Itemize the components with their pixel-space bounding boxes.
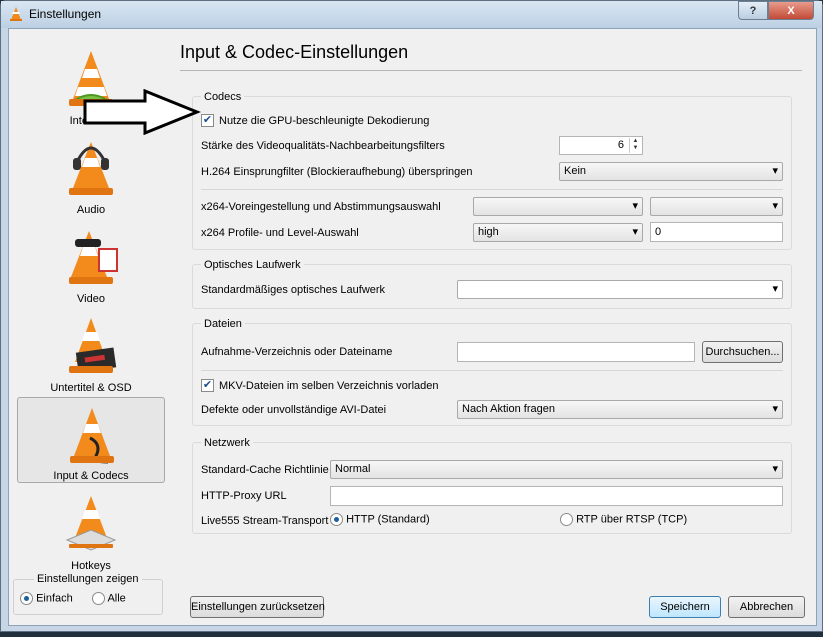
postprocessing-label: Stärke des Videoqualitäts-Nachbearbeitun… — [201, 140, 445, 152]
postprocessing-spinbox[interactable]: 6 ▲ ▼ — [559, 136, 643, 155]
page-title: Input & Codec-Einstellungen — [180, 42, 409, 62]
cone-hotkeys-icon — [65, 496, 117, 551]
transport-http-option[interactable]: HTTP (Standard) — [330, 513, 430, 526]
x264-preset-combo[interactable] — [473, 197, 643, 216]
transport-rtp-label: RTP über RTSP (TCP) — [576, 513, 688, 526]
record-dir-field[interactable] — [457, 342, 695, 362]
codecs-group: Codecs ✔ Nutze die GPU-beschleunigte Dek… — [192, 91, 792, 250]
vlc-cone-icon — [10, 7, 22, 21]
spin-arrows-icon[interactable]: ▲ ▼ — [629, 138, 641, 153]
reset-settings-button[interactable]: Einstellungen zurücksetzen — [190, 596, 325, 618]
simple-mode-radio[interactable] — [20, 592, 33, 605]
files-separator — [201, 370, 783, 371]
close-button[interactable]: X — [768, 1, 814, 20]
codecs-group-title: Codecs — [201, 91, 245, 103]
help-button[interactable]: ? — [738, 1, 768, 20]
cone-video-icon — [69, 231, 118, 284]
record-dir-label: Aufnahme-Verzeichnis oder Dateiname — [201, 346, 393, 358]
avi-repair-combo[interactable]: Nach Aktion fragen — [457, 400, 783, 419]
sidebar-item-video[interactable]: Video — [17, 219, 165, 305]
x264-level-field[interactable]: 0 — [650, 222, 783, 242]
simple-mode-option[interactable]: Einfach — [20, 592, 73, 605]
window-title: Einstellungen — [29, 7, 102, 21]
all-mode-option[interactable]: Alle — [92, 592, 126, 605]
optical-drive-combo[interactable] — [457, 280, 783, 299]
optical-drive-group: Optisches Laufwerk Standardmäßiges optis… — [192, 259, 792, 309]
x264-preset-label: x264-Voreingestellung und Abstimmungsaus… — [201, 201, 441, 213]
mkv-preload-label: MKV-Dateien im selben Verzeichnis vorlad… — [219, 380, 439, 392]
codecs-separator — [201, 189, 783, 190]
save-button[interactable]: Speichern — [649, 596, 721, 618]
sidebar-item-label: Audio — [76, 204, 106, 216]
live555-transport-label: Live555 Stream-Transport — [201, 515, 329, 527]
files-group-title: Dateien — [201, 318, 245, 330]
transport-rtp-radio[interactable] — [560, 513, 573, 526]
show-settings-title: Einstellungen zeigen — [34, 573, 142, 585]
sidebar-item-hotkeys[interactable]: Hotkeys — [17, 486, 165, 572]
x264-tune-combo[interactable] — [650, 197, 783, 216]
cone-subtitles-icon — [69, 318, 117, 373]
annotation-arrow-icon — [83, 89, 201, 135]
cone-audio-icon — [69, 142, 113, 195]
settings-window: Einstellungen ? X Interface — [0, 0, 823, 632]
cache-policy-combo[interactable]: Normal — [330, 460, 783, 479]
gpu-decoding-label: Nutze die GPU-beschleunigte Dekodierung — [219, 115, 430, 127]
network-group: Netzwerk Standard-Cache Richtlinie Norma… — [192, 437, 792, 534]
gpu-decoding-checkbox[interactable]: ✔ — [201, 114, 214, 127]
title-divider — [180, 70, 802, 71]
x264-profile-combo[interactable]: high — [473, 223, 643, 242]
sidebar-item-subtitles[interactable]: Untertitel & OSD — [17, 308, 165, 394]
cancel-button[interactable]: Abbrechen — [728, 596, 805, 618]
show-settings-group: Einstellungen zeigen Einfach Alle — [13, 573, 163, 615]
h264-skip-combo[interactable]: Kein — [559, 162, 783, 181]
cache-policy-label: Standard-Cache Richtlinie — [201, 464, 329, 476]
x264-profile-label: x264 Profile- und Level-Auswahl — [201, 227, 359, 239]
sidebar-item-label: Input & Codecs — [53, 470, 129, 482]
h264-skip-label: H.264 Einsprungfilter (Blockieraufhebung… — [201, 166, 473, 178]
browse-button[interactable]: Durchsuchen... — [702, 341, 783, 363]
title-bar: Einstellungen ? X — [1, 1, 822, 28]
mkv-preload-checkbox[interactable]: ✔ — [201, 379, 214, 392]
network-group-title: Netzwerk — [201, 437, 253, 449]
optical-drive-label: Standardmäßiges optisches Laufwerk — [201, 284, 386, 296]
avi-repair-label: Defekte oder unvollständige AVI-Datei — [201, 404, 387, 416]
transport-http-label: HTTP (Standard) — [346, 513, 430, 526]
simple-mode-label: Einfach — [36, 592, 73, 605]
http-proxy-label: HTTP-Proxy URL — [201, 490, 287, 502]
http-proxy-field[interactable] — [330, 486, 783, 506]
all-mode-radio[interactable] — [92, 592, 105, 605]
postprocessing-value: 6 — [617, 139, 624, 151]
sidebar-item-label: Hotkeys — [71, 560, 111, 572]
optical-drive-group-title: Optisches Laufwerk — [201, 259, 304, 271]
sidebar-item-label: Untertitel & OSD — [50, 382, 132, 394]
sidebar-item-input-codecs[interactable]: Input & Codecs — [17, 397, 165, 483]
transport-rtp-option[interactable]: RTP über RTSP (TCP) — [560, 513, 687, 526]
sidebar-item-label: Video — [77, 293, 105, 305]
transport-http-radio[interactable] — [330, 513, 343, 526]
files-group: Dateien Aufnahme-Verzeichnis oder Datein… — [192, 318, 792, 426]
cone-input-codecs-icon — [70, 408, 114, 464]
all-mode-label: Alle — [107, 592, 126, 605]
sidebar-item-audio[interactable]: Audio — [17, 130, 165, 216]
